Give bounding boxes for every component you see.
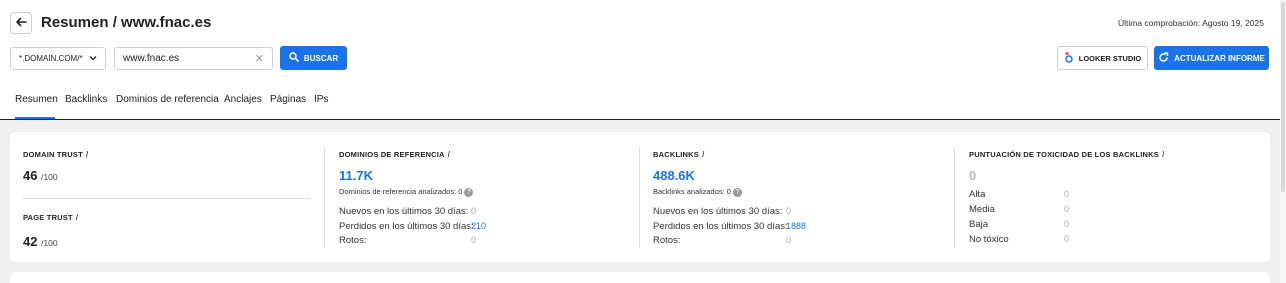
help-icon[interactable]: ? [732, 187, 742, 197]
divider [23, 198, 310, 199]
toxicity-row-value: 0 [1064, 204, 1070, 214]
divider [639, 148, 640, 248]
ref-domains-new-label: Nuevos en los últimos 30 días: [339, 206, 469, 217]
backlinks-broken-label: Rotos: [653, 235, 681, 246]
tab-paginas[interactable]: Páginas [270, 94, 306, 119]
search-icon [289, 52, 299, 64]
looker-studio-label: LOOKER STUDIO [1078, 53, 1142, 63]
toxicity-row-value: 0 [1064, 189, 1070, 199]
toxicity-value: 0 [969, 168, 977, 183]
ref-domains-lost-label: Perdidos en los últimos 30 días: [339, 221, 474, 232]
secondary-card [10, 272, 1270, 283]
ref-domains-analyzed: Dominios de referencia analizados: 0? [339, 187, 474, 197]
update-report-button[interactable]: ACTUALIZAR INFORME [1154, 46, 1269, 70]
arrow-left-icon [15, 15, 27, 31]
info-icon[interactable]: i [702, 150, 704, 159]
divider [324, 148, 325, 248]
domain-mode-value: *.DOMAIN.COM/* [19, 54, 83, 63]
backlinks-broken-value: 0 [786, 235, 792, 245]
help-icon[interactable]: ? [464, 187, 474, 197]
ref-domains-broken-label: Rotos: [339, 235, 367, 246]
divider [954, 148, 955, 248]
domain-mode-select[interactable]: *.DOMAIN.COM/* [10, 47, 106, 70]
tab-dominios-de-referencia[interactable]: Dominios de referencia [116, 94, 219, 119]
top-bar: Resumen / www.fnac.es Última comprobació… [0, 0, 1286, 120]
last-check-date: Última comprobación: Agosto 19, 2025 [1117, 18, 1264, 28]
tab-resumen[interactable]: Resumen [15, 94, 58, 119]
info-icon[interactable]: i [448, 150, 450, 159]
toxicity-row-label: Baja [969, 219, 989, 230]
ref-domains-lost-value[interactable]: 210 [471, 221, 486, 231]
ref-domains-label: DOMINIOS DE REFERENCIA i [339, 150, 451, 159]
backlinks-new-value: 0 [786, 206, 792, 216]
backlinks-label: BACKLINKS i [653, 150, 705, 159]
backlinks-analyzed: Backlinks analizados: 0? [653, 187, 742, 197]
info-icon[interactable]: i [86, 150, 88, 159]
toxicity-row-label: No tóxico [969, 234, 1009, 245]
backlinks-new-label: Nuevos en los últimos 30 días: [653, 206, 783, 217]
page-trust-value: 42 /100 [23, 234, 58, 249]
ref-domains-value[interactable]: 11.7K [339, 168, 373, 183]
toxicity-row-value: 0 [1064, 219, 1070, 229]
clear-icon[interactable]: ✕ [255, 52, 264, 65]
info-icon[interactable]: i [76, 213, 78, 222]
page-trust-label: PAGE TRUST i [23, 213, 79, 222]
search-input[interactable]: www.fnac.es ✕ [114, 47, 273, 70]
looker-studio-button[interactable]: LOOKER STUDIO [1057, 46, 1148, 70]
back-button[interactable] [10, 12, 32, 34]
refresh-icon [1158, 51, 1169, 65]
page-title: Resumen / www.fnac.es [41, 14, 212, 31]
search-button[interactable]: BUSCAR [280, 46, 347, 70]
page: Resumen / www.fnac.es Última comprobació… [0, 0, 1286, 283]
domain-trust-label: DOMAIN TRUST i [23, 150, 89, 159]
scrollbar-thumb[interactable] [1281, 2, 1285, 192]
search-input-value: www.fnac.es [123, 53, 180, 64]
backlinks-lost-value[interactable]: 1888 [786, 221, 806, 231]
search-button-label: BUSCAR [303, 53, 339, 63]
chevron-down-icon [89, 54, 97, 63]
domain-trust-value: 46 /100 [23, 168, 58, 183]
tab-bar: Resumen Backlinks Dominios de referencia… [0, 88, 1280, 120]
looker-studio-icon [1064, 51, 1074, 65]
ref-domains-broken-value: 0 [471, 235, 477, 245]
info-icon[interactable]: i [1162, 150, 1164, 159]
update-report-label: ACTUALIZAR INFORME [1174, 53, 1265, 63]
tab-ips[interactable]: IPs [314, 94, 328, 119]
backlinks-lost-label: Perdidos en los últimos 30 días: [653, 221, 788, 232]
tab-anclajes[interactable]: Anclajes [224, 94, 262, 119]
backlinks-value[interactable]: 488.6K [653, 168, 695, 183]
toxicity-row-label: Media [969, 204, 995, 215]
tab-backlinks[interactable]: Backlinks [65, 94, 107, 119]
scrollbar[interactable] [1280, 0, 1286, 283]
toxicity-row-label: Alta [969, 189, 986, 200]
toxicity-label: PUNTUACIÓN DE TOXICIDAD DE LOS BACKLINKS… [969, 150, 1165, 159]
ref-domains-new-value: 0 [471, 206, 477, 216]
toxicity-row-value: 0 [1064, 234, 1070, 244]
